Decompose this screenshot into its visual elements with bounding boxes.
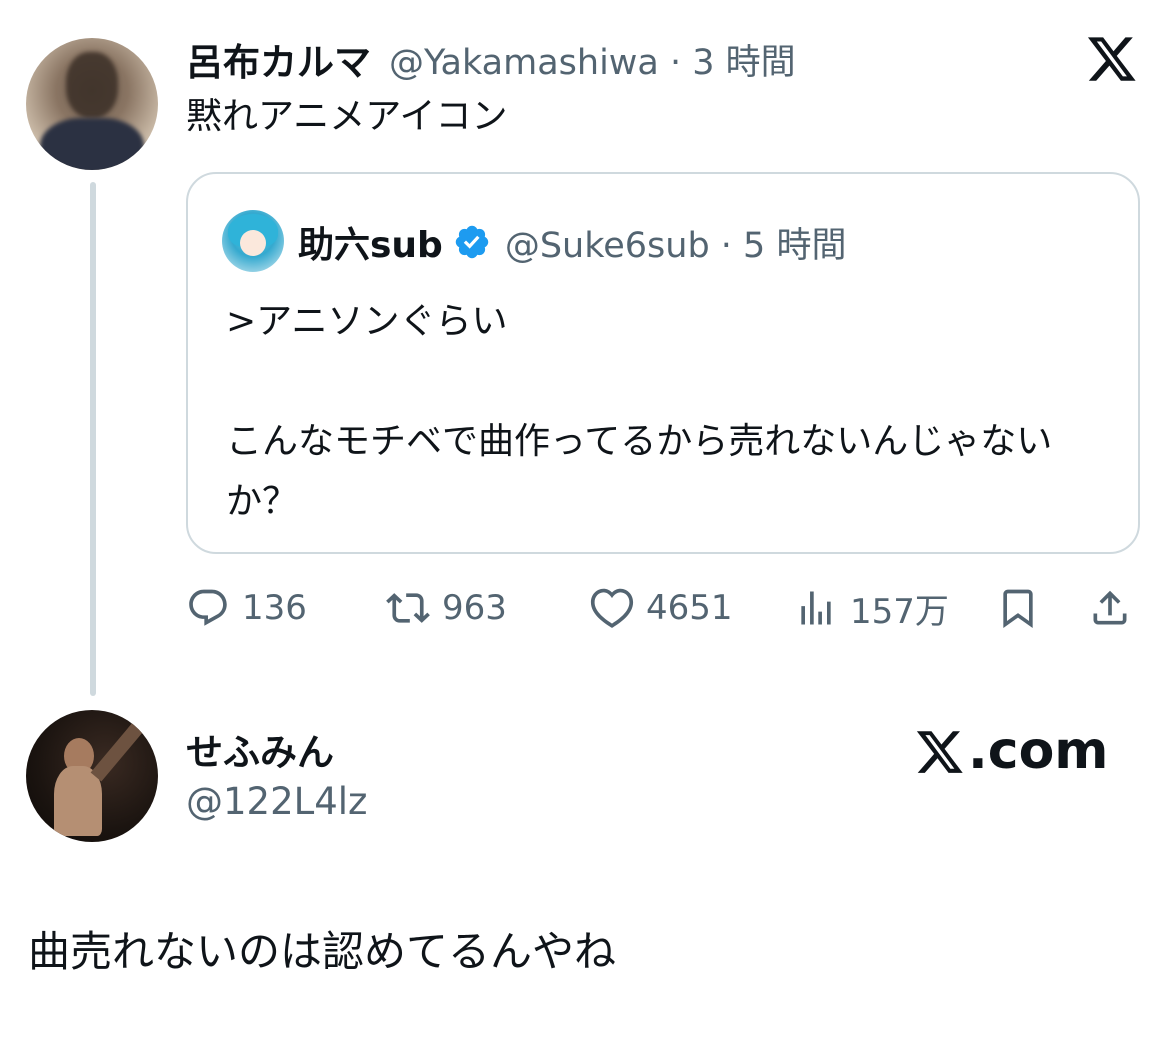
thread-line bbox=[90, 182, 96, 696]
reply-text: 曲売れないのは認めてるんやね bbox=[28, 927, 617, 976]
views-button[interactable]: 157万 bbox=[794, 580, 949, 636]
repost-count: 963 bbox=[442, 588, 507, 628]
verified-badge-icon bbox=[455, 225, 489, 259]
x-logo-icon bbox=[1087, 37, 1136, 81]
tweet-text: 黙れアニメアイコン bbox=[186, 96, 508, 137]
quote-author-handle-time[interactable]: @Suke6sub · 5 時間 bbox=[505, 217, 847, 268]
quote-text: >アニソンぐらい こんなモチベで曲作ってるから売れないんじゃないか？ bbox=[226, 301, 1053, 522]
reply-author-name[interactable]: せふみん bbox=[186, 722, 334, 776]
views-icon bbox=[801, 591, 831, 625]
repost-icon bbox=[386, 593, 430, 623]
action-bar: 136 963 4651 157万 bbox=[186, 580, 1146, 636]
reply-count: 136 bbox=[242, 588, 307, 628]
quote-header: 助六sub @Suke6sub · 5 時間 bbox=[298, 214, 846, 270]
like-count: 4651 bbox=[646, 588, 733, 628]
like-button[interactable]: 4651 bbox=[590, 580, 733, 636]
share-button[interactable] bbox=[1088, 580, 1132, 636]
share-icon bbox=[1093, 590, 1127, 625]
brand-text: .com bbox=[968, 721, 1109, 781]
author-name[interactable]: 呂布カルマ bbox=[186, 32, 371, 86]
x-com-logo: .com bbox=[914, 720, 1109, 782]
reply-button[interactable]: 136 bbox=[186, 580, 307, 636]
like-icon bbox=[590, 588, 634, 628]
views-count: 157万 bbox=[850, 591, 949, 632]
quote-author-name[interactable]: 助六sub bbox=[298, 216, 443, 268]
reply-icon bbox=[189, 589, 227, 626]
tweet-header: 呂布カルマ @Yakamashiwa · 3 時間 bbox=[186, 34, 796, 84]
bookmark-button[interactable] bbox=[996, 580, 1040, 636]
reply-author-handle[interactable]: @122L4lz bbox=[186, 780, 367, 823]
reply-author-avatar[interactable] bbox=[26, 710, 158, 842]
bookmark-icon bbox=[1003, 589, 1033, 629]
x-logo-icon bbox=[916, 731, 963, 773]
quote-author-avatar[interactable] bbox=[222, 210, 284, 272]
repost-button[interactable]: 963 bbox=[386, 580, 507, 636]
author-avatar[interactable] bbox=[26, 38, 158, 170]
author-handle-time[interactable]: @Yakamashiwa · 3 時間 bbox=[389, 34, 796, 85]
